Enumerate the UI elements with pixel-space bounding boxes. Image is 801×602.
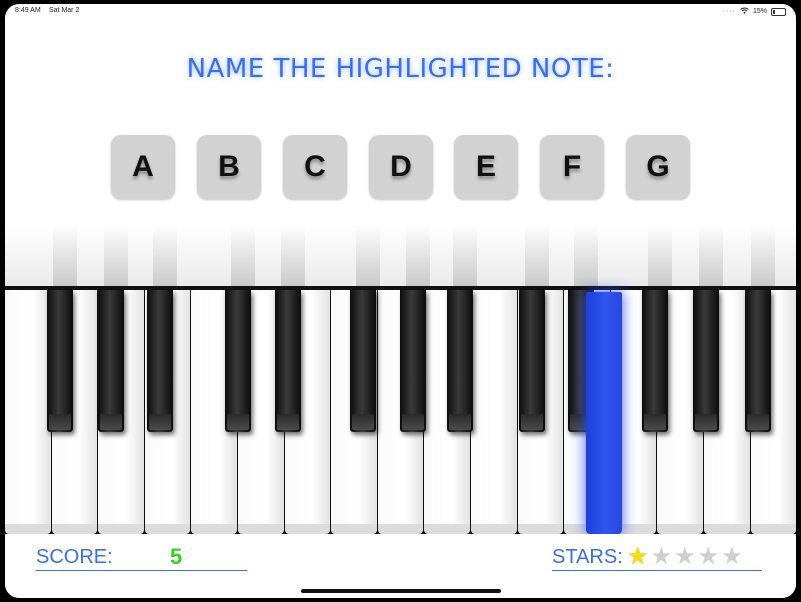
key-reflection (281, 224, 305, 286)
status-right-group: ···· 15% (723, 7, 786, 16)
star-filled-icon: ★ (627, 542, 649, 570)
star-empty-icon: ★ (721, 542, 743, 570)
key-reflection (574, 224, 598, 286)
home-indicator (301, 589, 501, 593)
status-time: 8:49 AM (15, 7, 41, 14)
battery-icon (771, 7, 786, 16)
black-key[interactable] (275, 290, 301, 432)
key-reflection (104, 224, 128, 286)
battery-percent: 15% (752, 8, 767, 15)
answer-button-g[interactable]: G (626, 135, 690, 199)
answer-button-b[interactable]: B (197, 135, 261, 199)
black-key[interactable] (447, 290, 473, 432)
cellular-dots-icon: ···· (722, 8, 736, 15)
stars-rating: ★ ★ ★ ★ ★ (627, 543, 743, 569)
black-key[interactable] (225, 290, 251, 432)
black-key[interactable] (147, 290, 173, 432)
status-bar: 8:49 AM Sat Mar 2 ···· 15% (5, 4, 796, 18)
black-key[interactable] (642, 290, 668, 432)
key-reflection (525, 224, 549, 286)
piano-keyboard (5, 286, 796, 534)
key-reflection (153, 224, 177, 286)
black-key[interactable] (400, 290, 426, 432)
answer-button-e[interactable]: E (454, 135, 518, 199)
white-key[interactable] (5, 290, 51, 534)
black-key[interactable] (350, 290, 376, 432)
page-title: NAME THE HIGHLIGHTED NOTE: (186, 54, 615, 84)
answer-button-c[interactable]: C (283, 135, 347, 199)
score-label: SCORE: (36, 546, 113, 568)
key-reflection (406, 224, 430, 286)
answer-buttons-row: A B C D E F G (111, 135, 701, 199)
black-key[interactable] (519, 290, 545, 432)
answer-button-d[interactable]: D (369, 135, 433, 199)
black-key[interactable] (745, 290, 771, 432)
highlighted-key[interactable] (586, 292, 622, 534)
key-reflection (356, 224, 380, 286)
device-frame: 8:49 AM Sat Mar 2 ···· 15% NAME THE HIGH… (0, 0, 801, 602)
key-reflection (53, 224, 77, 286)
stars-label: STARS: (552, 546, 623, 568)
black-key[interactable] (47, 290, 73, 432)
score-underline (36, 570, 247, 571)
key-reflection (231, 224, 255, 286)
status-date: Sat Mar 2 (49, 7, 80, 14)
key-reflection (453, 224, 477, 286)
key-reflection (751, 224, 775, 286)
white-key[interactable] (470, 290, 517, 534)
stars-underline (552, 570, 762, 571)
key-reflection (648, 224, 672, 286)
star-empty-icon: ★ (697, 542, 720, 570)
score-value: 5 (170, 544, 183, 569)
app-screen: 8:49 AM Sat Mar 2 ···· 15% NAME THE HIGH… (5, 4, 796, 598)
black-key[interactable] (98, 290, 124, 432)
key-reflection (699, 224, 723, 286)
wifi-icon (740, 7, 749, 16)
piano-reflection (5, 224, 796, 286)
answer-button-f[interactable]: F (540, 135, 604, 199)
black-key[interactable] (693, 290, 719, 432)
star-empty-icon: ★ (650, 542, 673, 570)
answer-button-a[interactable]: A (111, 135, 175, 199)
star-empty-icon: ★ (674, 542, 696, 570)
